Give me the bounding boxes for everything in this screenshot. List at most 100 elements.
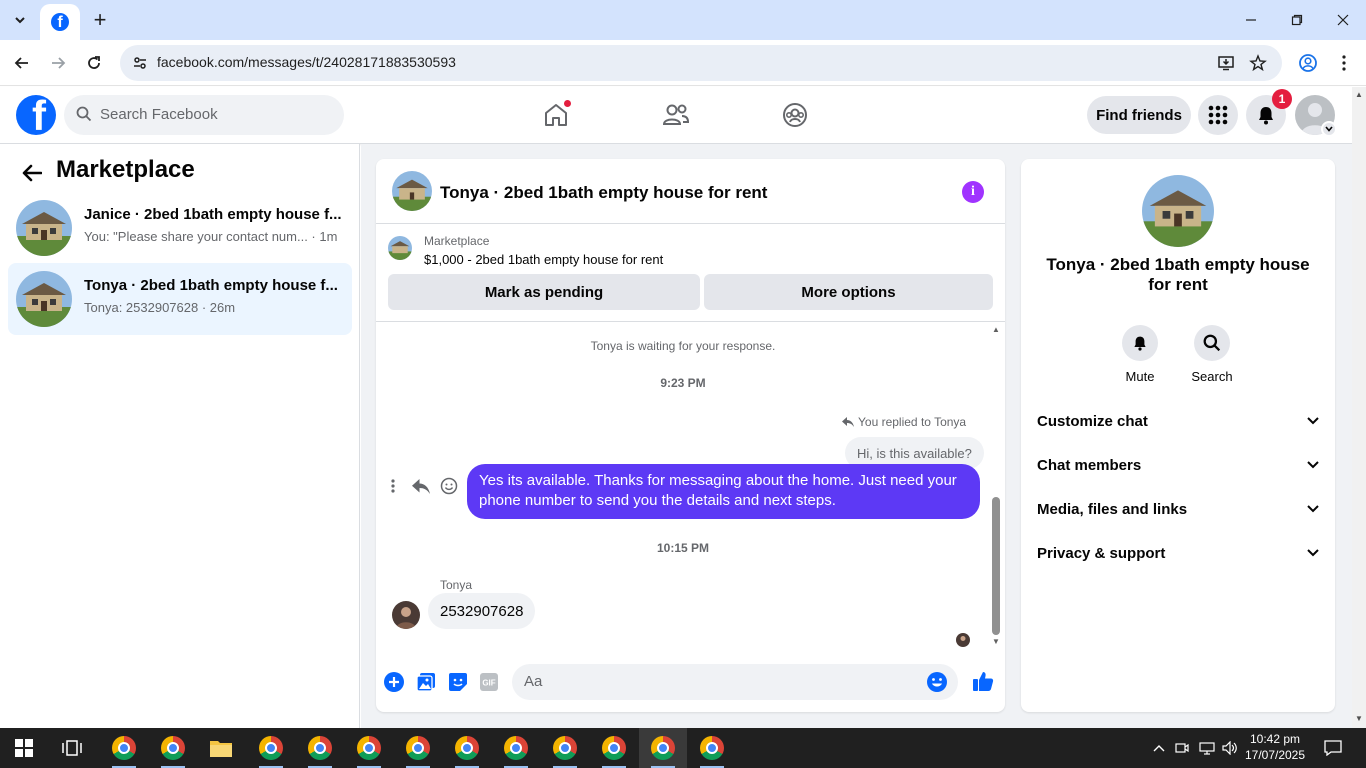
replied-indicator: You replied to Tonya	[842, 415, 966, 429]
system-clock[interactable]: 10:42 pm 17/07/2025	[1240, 731, 1310, 763]
conversation-item[interactable]: Janice · 2bed 1bath empty house f... You…	[8, 192, 352, 264]
close-icon[interactable]	[1320, 0, 1366, 40]
search-input[interactable]: Search Facebook	[64, 95, 344, 135]
chevron-down-icon	[1307, 549, 1319, 557]
home-icon[interactable]	[531, 95, 581, 135]
friends-icon[interactable]	[651, 95, 701, 135]
replied-text: You replied to Tonya	[858, 415, 967, 429]
taskbar-chrome-icon[interactable]	[688, 728, 736, 768]
chat-members-row[interactable]: Chat members	[1037, 445, 1319, 485]
new-tab-icon[interactable]: +	[88, 7, 112, 32]
more-options-button[interactable]: More options	[704, 274, 993, 310]
windows-start-icon[interactable]	[0, 728, 48, 768]
task-view-icon[interactable]	[48, 728, 96, 768]
meet-now-icon[interactable]	[1173, 728, 1191, 768]
browser-tab-facebook[interactable]: f	[40, 4, 80, 40]
conversation-snippet: Tonya: 2532907628 · 26m	[84, 300, 236, 315]
search-in-conversation-button[interactable]: Search	[1182, 325, 1242, 384]
search-placeholder: Search Facebook	[100, 106, 218, 123]
info-icon[interactable]: i	[962, 181, 984, 203]
chat-avatar[interactable]	[392, 171, 432, 211]
taskbar-chrome-icon[interactable]	[443, 728, 491, 768]
photo-icon[interactable]	[415, 671, 437, 693]
groups-icon[interactable]	[770, 95, 820, 135]
volume-icon[interactable]	[1220, 728, 1240, 768]
conversation-info-panel: Tonya · 2bed 1bath empty house for rent …	[1021, 159, 1335, 712]
back-arrow-icon[interactable]	[18, 159, 46, 187]
taskbar-chrome-icon[interactable]	[590, 728, 638, 768]
like-thumb-icon[interactable]	[971, 669, 995, 693]
page-scrollbar[interactable]: ▲ ▼	[1352, 87, 1366, 728]
info-title: Tonya · 2bed 1bath empty house for rent	[1046, 255, 1310, 294]
search-icon	[1194, 325, 1230, 361]
timestamp-separator: 10:15 PM	[656, 541, 710, 555]
message-input[interactable]: Aa	[512, 664, 958, 700]
taskbar-chrome-icon[interactable]	[541, 728, 589, 768]
taskbar-chrome-icon-active[interactable]	[639, 728, 687, 768]
find-friends-button[interactable]: Find friends	[1087, 96, 1191, 134]
show-hidden-icons-icon[interactable]	[1150, 728, 1168, 768]
scroll-up-arrow-icon[interactable]: ▲	[990, 323, 1002, 335]
privacy-support-row[interactable]: Privacy & support	[1037, 533, 1319, 573]
site-info-icon[interactable]	[128, 51, 152, 75]
thread-scrollbar-thumb[interactable]	[992, 497, 1000, 635]
chat-title[interactable]: Tonya · 2bed 1bath empty house for rent	[440, 183, 767, 203]
minimize-icon[interactable]	[1228, 0, 1274, 40]
taskbar-chrome-icon[interactable]	[100, 728, 148, 768]
tab-search-icon[interactable]	[6, 6, 34, 34]
info-avatar[interactable]	[1142, 175, 1214, 247]
add-attachment-icon[interactable]	[383, 671, 405, 693]
reload-icon[interactable]	[80, 49, 108, 77]
browser-menu-icon[interactable]	[1330, 49, 1358, 77]
forward-icon[interactable]	[44, 49, 72, 77]
mark-as-pending-button[interactable]: Mark as pending	[388, 274, 700, 310]
taskbar-chrome-icon[interactable]	[247, 728, 295, 768]
gif-icon[interactable]: GIF	[478, 671, 500, 693]
network-icon[interactable]	[1197, 728, 1217, 768]
profile-icon[interactable]	[1294, 49, 1322, 77]
media-files-links-row[interactable]: Media, files and links	[1037, 489, 1319, 529]
chat-header: Tonya · 2bed 1bath empty house for rent …	[376, 159, 1005, 224]
listing-banner: Marketplace $1,000 - 2bed 1bath empty ho…	[376, 224, 1005, 322]
sender-name: Tonya	[440, 578, 473, 592]
restore-icon[interactable]	[1274, 0, 1320, 40]
taskbar-chrome-icon[interactable]	[394, 728, 442, 768]
customize-chat-row[interactable]: Customize chat	[1037, 401, 1319, 441]
bookmark-star-icon[interactable]	[1246, 51, 1270, 75]
address-bar[interactable]: facebook.com/messages/t/2402817188353059…	[120, 45, 1282, 81]
more-vertical-icon[interactable]	[384, 477, 402, 495]
chevron-down-icon	[1307, 417, 1319, 425]
reply-arrow-icon[interactable]	[412, 477, 430, 495]
taskbar-chrome-icon[interactable]	[296, 728, 344, 768]
taskbar-chrome-icon[interactable]	[492, 728, 540, 768]
taskbar-chrome-icon[interactable]	[345, 728, 393, 768]
outgoing-message-bubble[interactable]: Yes its available. Thanks for messaging …	[467, 464, 980, 519]
notification-center-icon[interactable]	[1318, 728, 1348, 768]
file-explorer-icon[interactable]	[197, 728, 245, 768]
taskbar-chrome-icon[interactable]	[149, 728, 197, 768]
react-emoji-icon[interactable]	[440, 477, 458, 495]
account-chevron-down-icon[interactable]	[1321, 121, 1337, 137]
conversation-title: Tonya · 2bed 1bath empty house f...	[84, 277, 338, 294]
sender-avatar[interactable]	[392, 601, 420, 629]
conversation-item-active[interactable]: Tonya · 2bed 1bath empty house f... Tony…	[8, 263, 352, 335]
mute-button[interactable]: Mute	[1110, 325, 1170, 384]
page-scroll-up-icon[interactable]: ▲	[1354, 89, 1364, 99]
listing-title[interactable]: $1,000 - 2bed 1bath empty house for rent	[424, 252, 663, 267]
emoji-icon[interactable]	[926, 671, 948, 693]
timestamp-separator: 9:23 PM	[660, 376, 706, 390]
menu-grid-icon[interactable]	[1198, 95, 1238, 135]
marketplace-conversations-pane: Marketplace Janice · 2bed 1bath empty ho…	[0, 144, 360, 728]
listing-thumbnail[interactable]	[388, 236, 412, 260]
url-text[interactable]: facebook.com/messages/t/2402817188353059…	[157, 54, 456, 70]
incoming-message-bubble[interactable]: 2532907628	[428, 593, 536, 629]
install-app-icon[interactable]	[1214, 51, 1238, 75]
scroll-down-arrow-icon[interactable]: ▼	[990, 635, 1002, 647]
page-scroll-down-icon[interactable]: ▼	[1354, 713, 1364, 723]
conversation-snippet: You: "Please share your contact num... ·…	[84, 229, 338, 244]
clock-time: 10:42 pm	[1249, 732, 1301, 746]
facebook-logo-icon[interactable]: f	[16, 95, 56, 135]
sticker-icon[interactable]	[447, 671, 469, 693]
chat-panel: Tonya · 2bed 1bath empty house for rent …	[376, 159, 1005, 712]
back-icon[interactable]	[8, 49, 36, 77]
